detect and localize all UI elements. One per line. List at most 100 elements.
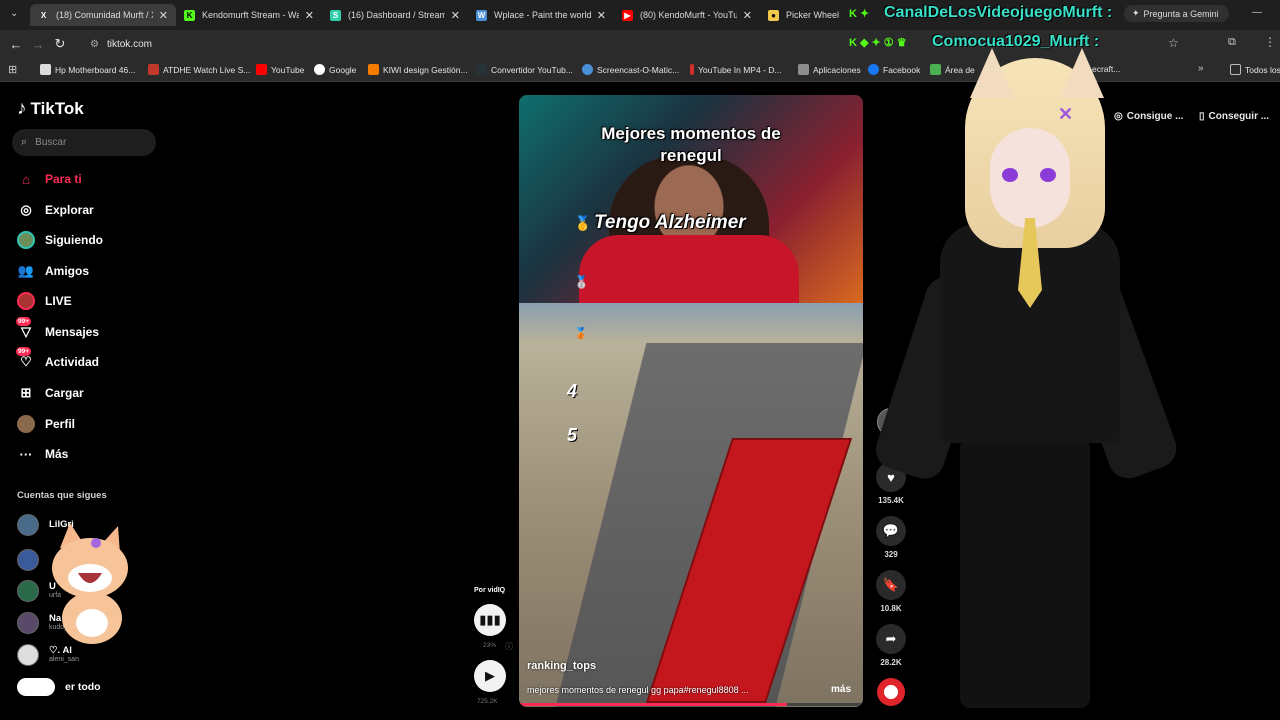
browser-tab[interactable]: W Wplace - Paint the world ✕	[468, 4, 614, 26]
nav-siguiendo[interactable]: Siguiendo	[16, 229, 103, 251]
tab-title: Picker Wheel - S	[786, 10, 842, 20]
messages-icon: ▽ 99+	[16, 317, 32, 339]
bookmark-item[interactable]: YouTube	[256, 64, 304, 75]
info-icon[interactable]: ⓘ	[505, 641, 513, 652]
apps-grid-icon[interactable]: ⊞	[8, 63, 17, 76]
nav-amigos[interactable]: 👥 Amigos	[16, 260, 89, 282]
nav-actividad[interactable]: ♡ 99+ Actividad	[16, 347, 100, 373]
video-description: mejores momentos de renegul gg papa#rene…	[527, 685, 749, 695]
gemini-label: Pregunta a Gemini	[1143, 8, 1219, 19]
forward-icon[interactable]: →	[27, 37, 49, 52]
wplace-favicon-icon: W	[476, 9, 487, 21]
video-author[interactable]: ranking_tops	[527, 660, 596, 672]
bookmark-label: Aplicaciones	[813, 64, 861, 75]
video-player[interactable]: Mejores momentos de renegul Tengo Alzhei…	[519, 95, 863, 707]
streamlabs-favicon-icon: S	[330, 9, 341, 21]
site-info-icon[interactable]: ⚙	[90, 39, 99, 50]
reload-icon[interactable]: ↻	[49, 36, 71, 52]
bookmark-label: YouTube	[271, 64, 305, 75]
search-input[interactable]: ⌕ Buscar	[12, 129, 156, 156]
browser-tab[interactable]: ▶ (80) KendoMurft - YouTub ✕	[614, 4, 760, 26]
tiktok-note-icon: ♪	[17, 98, 27, 119]
nav-live[interactable]: LIVE	[16, 290, 72, 312]
bookmark-label: Convertidor YouTub...	[491, 64, 573, 75]
browser-tab[interactable]: S (16) Dashboard / Streamla ✕	[322, 4, 468, 26]
address-bar[interactable]: ⚙ tiktok.com	[82, 33, 842, 55]
video-progress-bar[interactable]	[519, 703, 863, 706]
bookmark-item[interactable]: Convertidor YouTub...	[476, 64, 573, 75]
folder-icon	[1230, 64, 1241, 75]
avatar-eye	[1002, 168, 1018, 182]
bookmark-item[interactable]: YouTube In MP4 - D...	[690, 64, 781, 75]
get-app-button[interactable]: ▯ Conseguir ...	[1199, 111, 1269, 122]
close-tab-icon[interactable]: ✕	[159, 9, 168, 22]
compass-icon: ◎	[20, 202, 32, 217]
bookmark-item[interactable]: Hp Motherboard 46...	[40, 64, 135, 75]
chat-username: CanalDeLosVideojuegoMurft :	[884, 4, 1113, 21]
upload-icon: ⊞	[20, 385, 32, 400]
apps-bookmark-icon	[798, 64, 809, 75]
more-icon: ···	[19, 446, 33, 462]
phone-icon: ▯	[1199, 111, 1205, 122]
bookmarks-overflow-icon[interactable]: »	[1198, 63, 1204, 74]
vidiq-stats-button[interactable]: ▮▮▮	[474, 604, 506, 636]
x-hairclip-icon: ✕	[1058, 104, 1074, 124]
medal-icon: 🥇	[574, 215, 592, 231]
close-tab-icon[interactable]: ✕	[305, 9, 314, 22]
tab-title: (80) KendoMurft - YouTub	[640, 10, 737, 20]
close-tab-icon[interactable]: ✕	[597, 9, 606, 22]
activity-icon: ♡ 99+	[16, 347, 32, 369]
close-tab-icon[interactable]: ✕	[451, 9, 460, 22]
play-button[interactable]: ▶	[474, 660, 506, 692]
nav-mas[interactable]: ··· Más	[16, 443, 69, 465]
menu-icon[interactable]: ⌄	[10, 8, 18, 19]
ask-gemini-button[interactable]: ✦ Pregunta a Gemini	[1124, 5, 1229, 22]
bookmark-item[interactable]: ATDHE Watch Live S...	[148, 64, 250, 75]
browser-menu-icon[interactable]: ⋮	[1264, 35, 1276, 49]
see-all-link[interactable]: er todo	[17, 678, 101, 696]
avatar	[17, 549, 39, 571]
all-bookmarks-folder[interactable]: Todos los	[1230, 64, 1280, 75]
chat-badge-icons: K ✦	[849, 8, 870, 20]
tab-title: (16) Dashboard / Streamla	[348, 10, 445, 20]
following-section-title: Cuentas que sigues	[17, 490, 107, 501]
bookmark-item[interactable]: Screencast-O-Matic...	[582, 64, 679, 75]
nav-label: Actividad	[45, 355, 100, 369]
extensions-icon[interactable]: ⧉	[1228, 36, 1236, 49]
view-count: 725.2K	[477, 698, 498, 705]
rank-number: 4	[567, 381, 578, 401]
avatar	[17, 514, 39, 536]
nav-mensajes[interactable]: ▽ 99+ Mensajes	[16, 317, 99, 343]
nav-perfil[interactable]: Perfil	[16, 413, 75, 435]
nav-label: Explorar	[45, 203, 94, 217]
nav-label: Siguiendo	[45, 233, 103, 247]
tiktok-logo[interactable]: ♪ TikTok	[17, 98, 84, 120]
avatar-eye	[1040, 168, 1056, 182]
bookmark-item[interactable]: KIWI design Gestión...	[368, 64, 468, 75]
friends-icon: 👥	[17, 263, 35, 278]
bookmark-item[interactable]: Google	[314, 64, 356, 75]
video-bottom-frame: 🥉 4 5	[519, 303, 863, 707]
video-title-line: Mejores momentos de	[601, 124, 781, 143]
back-icon[interactable]: ←	[5, 37, 27, 52]
bookmark-star-icon[interactable]: ☆	[1168, 36, 1179, 50]
nav-explorar[interactable]: ◎ Explorar	[16, 199, 94, 221]
search-icon: ⌕	[21, 136, 28, 148]
browser-tab[interactable]: X (18) Comunidad Murft / X ✕	[30, 4, 176, 26]
bookmark-favicon-icon	[368, 64, 379, 75]
more-link[interactable]: más	[831, 684, 851, 695]
minimize-icon[interactable]: —	[1252, 7, 1262, 18]
bookmark-item[interactable]: Aplicaciones	[798, 64, 861, 75]
avatar	[17, 612, 39, 634]
browser-tab[interactable]: ● Picker Wheel - S	[760, 4, 850, 26]
youtube-favicon-icon: ▶	[622, 9, 633, 21]
url-text: tiktok.com	[106, 38, 152, 50]
avatar-ear	[1060, 48, 1104, 98]
nav-cargar[interactable]: ⊞ Cargar	[16, 382, 84, 404]
vtuber-avatar: ✕	[870, 48, 1183, 720]
close-tab-icon[interactable]: ✕	[743, 9, 752, 22]
x-favicon-icon: X	[40, 10, 47, 20]
browser-tab[interactable]: K Kendomurft Stream - Watc ✕	[176, 4, 322, 26]
nav-para-ti[interactable]: ⌂ Para ti	[16, 168, 82, 190]
rank-number: 5	[567, 425, 578, 445]
